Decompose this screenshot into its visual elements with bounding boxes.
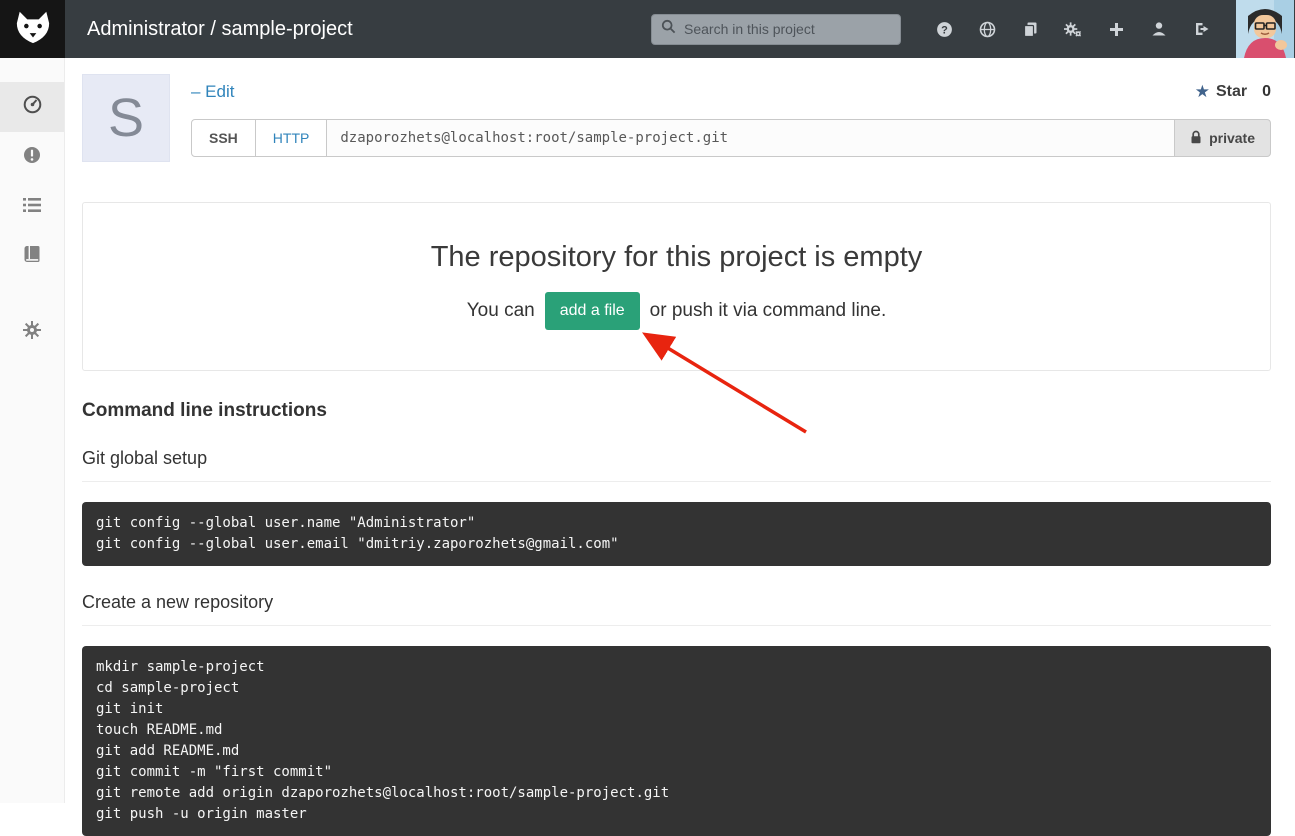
empty-pre-text: You can	[467, 300, 535, 321]
exclamation-circle-icon	[23, 146, 41, 169]
project-search-box[interactable]	[651, 14, 901, 45]
sidebar-item-wiki[interactable]	[0, 232, 64, 282]
project-avatar: S	[82, 74, 170, 162]
command-line-heading: Command line instructions	[82, 400, 1271, 422]
add-file-button[interactable]: add a file	[545, 292, 640, 330]
left-sidebar	[0, 58, 65, 803]
ssh-protocol-button[interactable]: SSH	[191, 119, 256, 157]
clone-bar: SSH HTTP private	[191, 119, 1271, 157]
visibility-label: private	[1209, 130, 1255, 146]
lock-icon	[1190, 130, 1202, 147]
logout-icon[interactable]	[1193, 20, 1211, 38]
copy-icon[interactable]	[1021, 20, 1039, 38]
sidebar-item-settings[interactable]	[0, 307, 64, 357]
sidebar-item-issues[interactable]	[0, 132, 64, 182]
tanuki-logo-icon	[14, 8, 52, 51]
http-protocol-button[interactable]: HTTP	[255, 119, 328, 157]
list-icon	[23, 197, 41, 218]
search-input[interactable]	[682, 20, 891, 38]
svg-text:?: ?	[941, 24, 948, 36]
search-icon	[661, 19, 676, 39]
empty-repo-title: The repository for this project is empty	[103, 241, 1250, 274]
gear-icon	[23, 321, 41, 344]
plus-icon[interactable]	[1107, 20, 1125, 38]
git-global-setup-title: Git global setup	[82, 448, 1271, 482]
top-navbar: Administrator / sample-project ?	[0, 0, 1295, 58]
book-icon	[24, 246, 40, 269]
user-icon[interactable]	[1150, 20, 1168, 38]
star-icon: ★	[1195, 82, 1210, 102]
empty-repo-panel: The repository for this project is empty…	[82, 202, 1271, 371]
visibility-badge: private	[1174, 119, 1271, 157]
git-global-setup-code: git config --global user.name "Administr…	[82, 502, 1271, 566]
star-label: Star	[1216, 83, 1247, 101]
create-repo-code: mkdir sample-project cd sample-project g…	[82, 646, 1271, 836]
globe-icon[interactable]	[978, 20, 996, 38]
sidebar-item-dashboard[interactable]	[0, 82, 64, 132]
gitlab-logo[interactable]	[0, 0, 65, 58]
help-icon[interactable]: ?	[935, 20, 953, 38]
create-repo-title: Create a new repository	[82, 592, 1271, 626]
gears-icon[interactable]	[1064, 20, 1082, 38]
dashboard-icon	[23, 95, 42, 119]
sidebar-item-list[interactable]	[0, 182, 64, 232]
project-breadcrumb: Administrator / sample-project	[87, 18, 353, 41]
empty-repo-subtext: You can add a file or push it via command …	[103, 292, 1250, 330]
edit-link[interactable]: – Edit	[191, 82, 234, 102]
star-count: 0	[1262, 83, 1271, 101]
navbar-icon-menu: ?	[935, 20, 1211, 38]
user-avatar[interactable]	[1235, 0, 1295, 58]
star-button[interactable]: ★ Star 0	[1195, 82, 1271, 102]
main-content: S – Edit ★ Star 0 SSH HTTP	[65, 58, 1295, 836]
clone-url-input[interactable]	[326, 119, 1175, 157]
empty-post-text: or push it via command line.	[650, 300, 887, 321]
